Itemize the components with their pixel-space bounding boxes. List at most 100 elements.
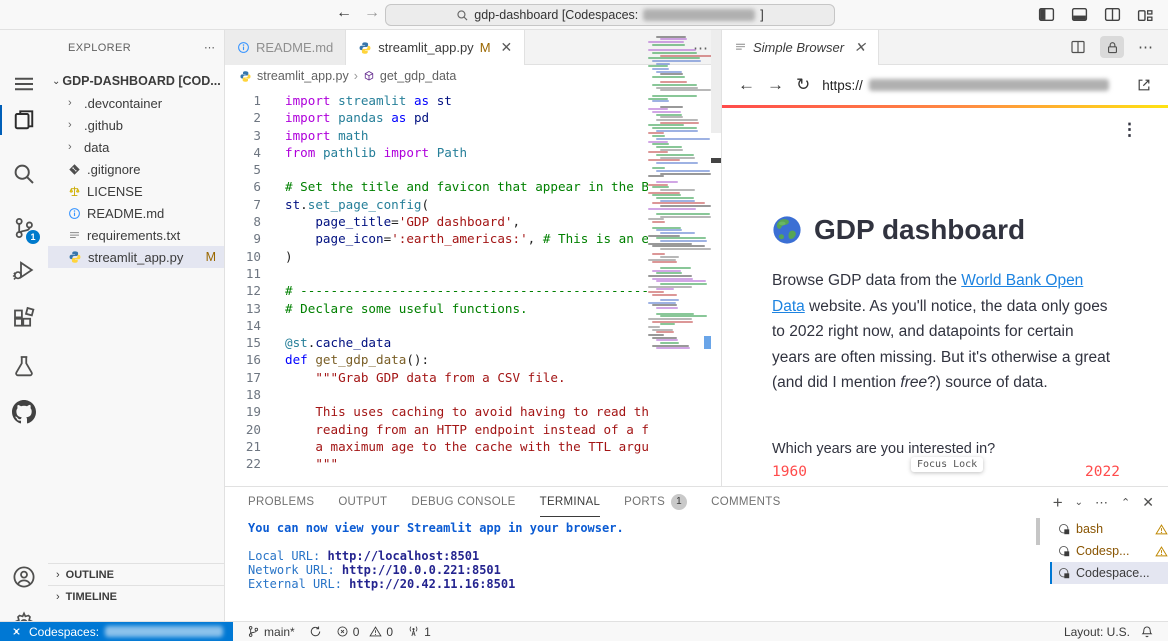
search-view-icon[interactable]	[12, 162, 36, 186]
close-icon[interactable]: ✕	[854, 39, 866, 56]
github-icon[interactable]	[12, 400, 36, 424]
panel-tab-debug-console[interactable]: DEBUG CONSOLE	[411, 487, 515, 517]
code-line-7: 7st.set_page_config(	[225, 196, 648, 213]
split-editor-icon[interactable]	[1104, 6, 1121, 23]
browser-more-icon[interactable]: ⋯	[1134, 36, 1158, 58]
search-text: gdp-dashboard [Codespaces:	[474, 8, 638, 22]
file-item--devcontainer[interactable]: ›.devcontainer	[48, 92, 224, 114]
minimap[interactable]	[648, 30, 712, 370]
account-icon[interactable]	[12, 565, 36, 589]
tab-streamlit-app-py[interactable]: streamlit_app.pyM✕	[346, 30, 525, 65]
source-control-icon[interactable]: 1	[12, 216, 36, 240]
open-external-icon[interactable]	[1136, 77, 1152, 93]
close-panel-icon[interactable]: ✕	[1142, 494, 1154, 511]
tab-simple-browser[interactable]: Simple Browser ✕	[722, 30, 879, 65]
url-bar[interactable]: https://	[822, 78, 1124, 93]
slider-question: Which years are you interested in?	[772, 441, 995, 457]
file-item-streamlit-app-py[interactable]: streamlit_app.pyM	[48, 246, 224, 268]
new-terminal-icon[interactable]: +	[1053, 497, 1063, 509]
terminal-url[interactable]: http://20.42.11.16:8501	[349, 577, 515, 591]
panel-tab-problems[interactable]: PROBLEMS	[248, 487, 314, 517]
toggle-panel-icon[interactable]	[1071, 6, 1088, 23]
breadcrumb[interactable]: streamlit_app.py › get_gdp_data	[225, 65, 721, 87]
terminal-url[interactable]: http://10.0.0.221:8501	[342, 563, 501, 577]
explorer-more-icon[interactable]: ⋯	[204, 41, 216, 54]
python-icon	[358, 41, 372, 55]
panel-tab-ports[interactable]: PORTS1	[624, 487, 687, 517]
lock-icon[interactable]	[1100, 36, 1124, 58]
branch-indicator[interactable]: main*	[247, 625, 295, 639]
ports-indicator[interactable]: 1	[407, 625, 431, 639]
file-item--github[interactable]: › .github	[48, 114, 224, 136]
timeline-section[interactable]: ›TIMELINE	[48, 585, 224, 607]
overview-ruler[interactable]	[711, 30, 721, 429]
code-line-11: 11	[225, 265, 648, 282]
panel-tab-comments[interactable]: COMMENTS	[711, 487, 780, 517]
panel-tab-label: DEBUG CONSOLE	[411, 496, 515, 508]
customize-layout-icon[interactable]	[1137, 6, 1154, 23]
remote-icon	[10, 625, 23, 638]
file-tree: ›.devcontainer › .github ›data.gitignoreLIC…	[48, 92, 224, 268]
maximize-panel-icon[interactable]: ⌃	[1121, 496, 1130, 509]
terminal-output[interactable]: You can now view your Streamlit app in y…	[248, 521, 624, 591]
code-editor[interactable]: 1import streamlit as st2import pandas as…	[225, 87, 648, 486]
outline-section[interactable]: ›OUTLINE	[48, 563, 224, 585]
url-scheme: https://	[822, 78, 863, 93]
menu-icon[interactable]	[12, 72, 36, 96]
extensions-icon[interactable]	[12, 306, 36, 330]
history-back-icon[interactable]: ←	[336, 4, 352, 22]
terminal-session-codesp[interactable]: Codesp...	[1050, 540, 1168, 562]
file-item--gitignore[interactable]: .gitignore	[48, 158, 224, 180]
code-line-17: 17 """Grab GDP data from a CSV file.	[225, 369, 648, 386]
editor-tab-bar: README.mdstreamlit_app.pyM✕	[225, 30, 721, 65]
tab-label: Simple Browser	[753, 40, 844, 55]
explorer-root-folder[interactable]: ⌄ GDP-DASHBOARD [COD...	[48, 70, 224, 92]
file-item-license[interactable]: LICENSE	[48, 180, 224, 202]
terminal-session-icon	[1058, 567, 1071, 580]
terminal-session-icon	[1058, 523, 1071, 536]
tab-readme-md[interactable]: README.md	[225, 30, 346, 65]
search-text-suffix: ]	[760, 8, 763, 22]
warnings-icon	[369, 625, 382, 638]
explorer-title: EXPLORER	[68, 42, 131, 54]
file-label: .github	[84, 118, 123, 133]
run-debug-icon[interactable]	[12, 258, 36, 282]
explorer-icon[interactable]	[12, 108, 36, 132]
panel-tab-terminal[interactable]: TERMINAL	[540, 487, 601, 517]
tab-label: streamlit_app.py	[378, 40, 473, 55]
terminal-scrollbar[interactable]	[1036, 518, 1040, 545]
close-icon[interactable]: ✕	[501, 39, 513, 56]
terminal-url[interactable]: http://localhost:8501	[327, 549, 479, 563]
file-item-data[interactable]: ›data	[48, 136, 224, 158]
panel-tab-label: OUTPUT	[338, 496, 387, 508]
split-browser-icon[interactable]	[1066, 36, 1090, 58]
file-item-requirements-txt[interactable]: requirements.txt	[48, 224, 224, 246]
explorer-sidebar: EXPLORER ⋯ ⌄ GDP-DASHBOARD [COD... ›.dev…	[48, 30, 225, 621]
command-center-search[interactable]: gdp-dashboard [Codespaces: ]	[385, 4, 835, 26]
terminal-session-bash[interactable]: bash	[1050, 518, 1168, 540]
browser-forward-icon[interactable]: →	[767, 75, 784, 95]
browser-back-icon[interactable]: ←	[738, 75, 755, 95]
browser-reload-icon[interactable]: ↻	[796, 75, 810, 95]
terminal-session-list: bashCodesp...Codespace...	[1050, 518, 1168, 584]
keyboard-layout[interactable]: Layout: U.S.	[1064, 625, 1130, 639]
streamlit-menu-icon[interactable]: ⋮	[1121, 126, 1138, 133]
panel-more-icon[interactable]: ⋯	[1095, 495, 1109, 511]
problems-indicator[interactable]: 0 0	[336, 625, 393, 639]
terminal-dropdown-icon[interactable]: ⌄	[1075, 497, 1083, 508]
sync-indicator[interactable]	[309, 625, 322, 638]
code-line-4: 4from pathlib import Path	[225, 144, 648, 161]
notifications-bell-icon[interactable]	[1140, 625, 1154, 639]
scrollbar-slider[interactable]	[711, 30, 721, 133]
panel-tab-output[interactable]: OUTPUT	[338, 487, 387, 517]
remote-indicator[interactable]: Codespaces:	[0, 622, 233, 641]
app-description: Browse GDP data from the World Bank Open…	[772, 268, 1114, 396]
terminal-session-codespace[interactable]: Codespace...	[1050, 562, 1168, 584]
toggle-sidebar-icon[interactable]	[1038, 6, 1055, 23]
history-forward-icon[interactable]: →	[364, 4, 380, 22]
chevron-right-icon: ›	[68, 119, 78, 131]
redacted-url	[869, 79, 1109, 91]
code-line-14: 14	[225, 317, 648, 334]
file-item-readme-md[interactable]: README.md	[48, 202, 224, 224]
testing-beaker-icon[interactable]	[12, 354, 36, 378]
